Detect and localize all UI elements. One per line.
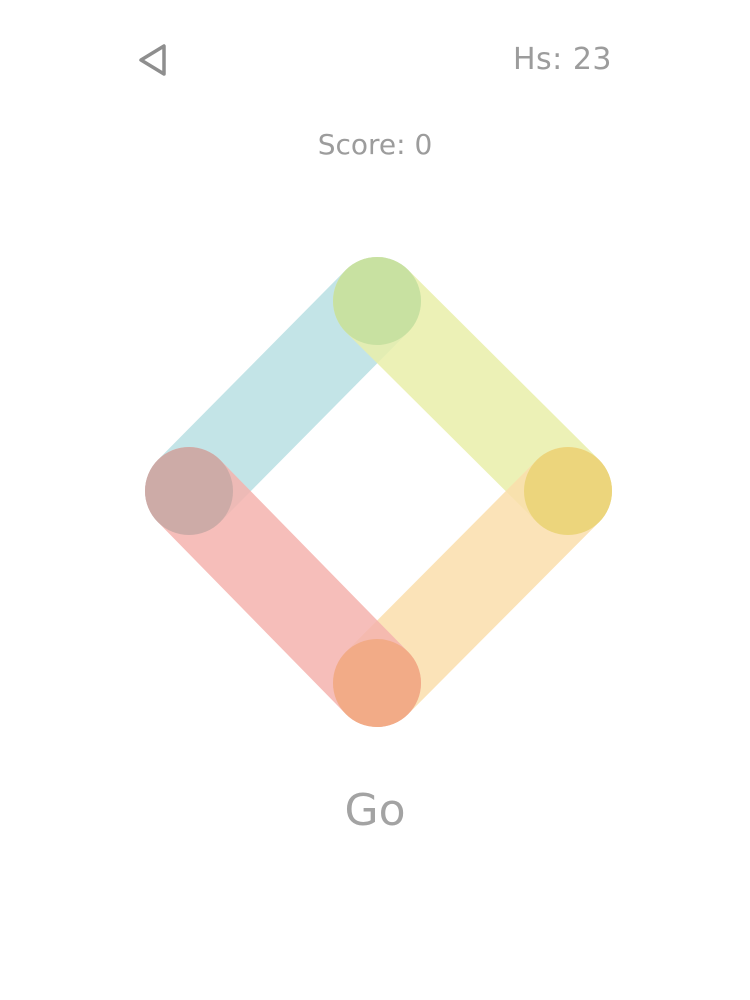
back-triangle-icon <box>139 44 166 76</box>
highscore-label: Hs: 23 <box>512 42 612 77</box>
go-button[interactable]: Go <box>0 785 750 836</box>
bottom-node[interactable] <box>333 639 421 727</box>
score-label: Score: 0 <box>317 128 433 161</box>
back-button[interactable] <box>134 40 174 80</box>
left-node[interactable] <box>145 447 233 535</box>
right-node[interactable] <box>524 447 612 535</box>
top-node[interactable] <box>333 257 421 345</box>
game-board[interactable] <box>125 240 625 740</box>
